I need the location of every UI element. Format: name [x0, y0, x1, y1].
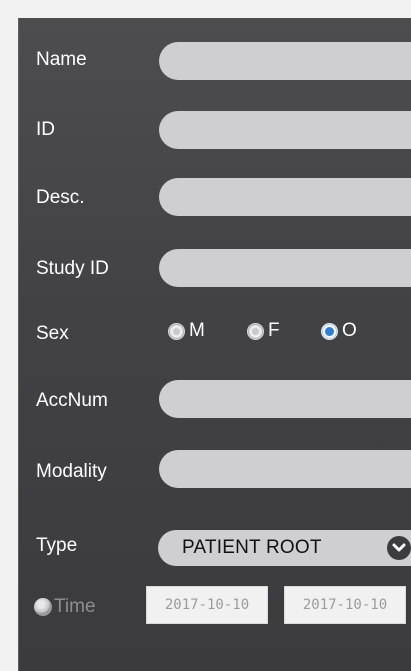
radio-unchecked-icon	[247, 322, 264, 340]
date-to-field[interactable]: 2017-10-10	[284, 586, 406, 624]
sex-radio-o[interactable]: O	[321, 320, 357, 342]
search-panel: Name ID Desc. Study ID Sex M F O AccNum …	[18, 18, 411, 671]
id-label: ID	[36, 119, 55, 140]
accnum-label: AccNum	[36, 390, 108, 411]
sex-option-m-label: M	[189, 320, 205, 341]
sex-label: Sex	[36, 323, 69, 344]
desc-label: Desc.	[36, 187, 85, 208]
name-input[interactable]	[159, 42, 411, 80]
sex-option-o-label: O	[342, 320, 357, 341]
type-label: Type	[36, 535, 78, 556]
time-row: Time 2017-10-10 2017-10-10	[18, 586, 411, 624]
name-label: Name	[36, 49, 87, 70]
sex-row: Sex M F O	[18, 320, 411, 344]
study-id-label: Study ID	[36, 258, 109, 279]
sex-option-f-label: F	[268, 320, 280, 341]
desc-input[interactable]	[159, 178, 411, 216]
time-label: Time	[54, 596, 96, 617]
date-from-field[interactable]: 2017-10-10	[146, 586, 268, 624]
radio-checked-icon	[321, 322, 338, 340]
accnum-input[interactable]	[159, 380, 411, 418]
type-select-value: PATIENT ROOT	[182, 537, 322, 558]
radio-unchecked-icon	[168, 322, 185, 340]
type-select[interactable]: PATIENT ROOT	[158, 530, 411, 566]
modality-input[interactable]	[159, 450, 411, 488]
study-id-input[interactable]	[159, 249, 411, 287]
time-toggle[interactable]: Time	[34, 596, 96, 618]
modality-label: Modality	[36, 461, 107, 482]
id-input[interactable]	[159, 111, 411, 149]
sex-radio-m[interactable]: M	[168, 320, 205, 342]
window-frame: Name ID Desc. Study ID Sex M F O AccNum …	[0, 0, 411, 671]
radio-disabled-icon	[34, 598, 52, 616]
sex-radio-f[interactable]: F	[247, 320, 280, 342]
chevron-down-icon[interactable]	[387, 536, 411, 560]
